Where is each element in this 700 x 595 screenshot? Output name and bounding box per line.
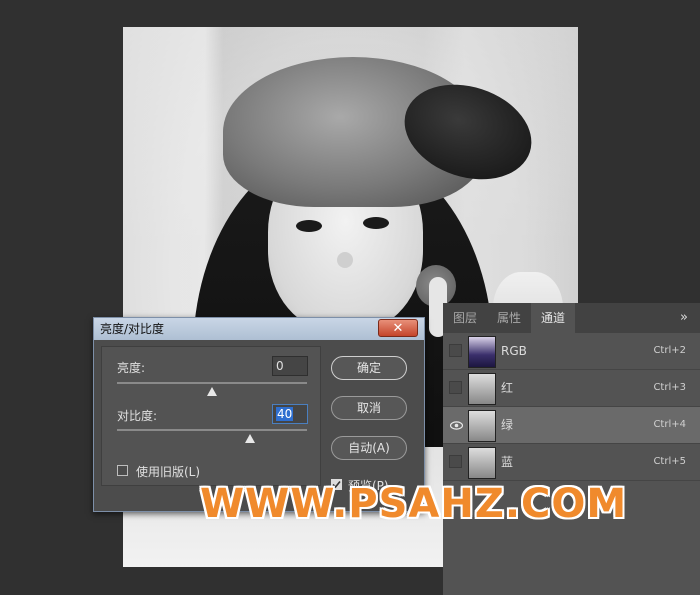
contrast-label: 对比度: [117, 409, 158, 423]
channel-name: RGB [501, 344, 527, 358]
contrast-value: 40 [276, 407, 294, 421]
ok-button[interactable]: 确定 [331, 356, 407, 380]
watermark-text: WWW.PSAHZ.COM [200, 481, 628, 527]
channels-panel: 图层 属性 通道 » RGB Ctrl+2 红 Ctrl+3 绿 Ctrl+4 … [443, 303, 700, 595]
brightness-input[interactable]: 0 [272, 356, 308, 376]
contrast-slider-track[interactable] [117, 429, 307, 431]
channel-shortcut: Ctrl+5 [653, 456, 686, 467]
channel-thumbnail [468, 373, 496, 405]
brightness-label: 亮度: [117, 361, 146, 375]
dialog-title: 亮度/对比度 [100, 322, 165, 336]
channel-name: 蓝 [501, 455, 514, 469]
close-button[interactable]: ✕ [378, 319, 418, 337]
photo-eye-right [363, 217, 389, 229]
channel-row-red[interactable]: 红 Ctrl+3 [443, 370, 700, 407]
channel-thumbnail [468, 336, 496, 368]
panel-tabs: 图层 属性 通道 » [443, 303, 700, 333]
visibility-toggle[interactable] [449, 381, 462, 394]
channel-name: 绿 [501, 418, 514, 432]
channel-shortcut: Ctrl+4 [653, 419, 686, 430]
brightness-slider-handle[interactable] [207, 387, 217, 396]
channel-row-blue[interactable]: 蓝 Ctrl+5 [443, 444, 700, 481]
dialog-titlebar[interactable]: 亮度/对比度 ✕ [94, 318, 424, 340]
channel-name: 红 [501, 381, 514, 395]
channel-thumbnail [468, 410, 496, 442]
tab-properties[interactable]: 属性 [487, 303, 531, 333]
panel-menu-icon[interactable]: » [680, 303, 688, 333]
contrast-slider-handle[interactable] [245, 434, 255, 443]
settings-group: 亮度: 0 对比度: 40 使用旧版(L) [101, 346, 321, 486]
channel-shortcut: Ctrl+2 [653, 345, 686, 356]
tab-layers[interactable]: 图层 [443, 303, 487, 333]
eye-icon [449, 421, 464, 430]
tab-channels[interactable]: 通道 [531, 303, 576, 333]
auto-button[interactable]: 自动(A) [331, 436, 407, 460]
channel-thumbnail [468, 447, 496, 479]
channel-row-green[interactable]: 绿 Ctrl+4 [443, 407, 700, 444]
contrast-input[interactable]: 40 [272, 404, 308, 424]
use-legacy-checkbox[interactable] [117, 465, 128, 476]
visibility-toggle[interactable] [449, 455, 462, 468]
visibility-toggle[interactable] [449, 344, 462, 357]
visibility-toggle[interactable] [449, 418, 464, 431]
photo-eye-left [296, 220, 322, 232]
channel-shortcut: Ctrl+3 [653, 382, 686, 393]
use-legacy-label[interactable]: 使用旧版(L) [136, 463, 200, 480]
photo-nose [337, 252, 353, 268]
cancel-button[interactable]: 取消 [331, 396, 407, 420]
brightness-slider-track[interactable] [117, 382, 307, 384]
channel-row-rgb[interactable]: RGB Ctrl+2 [443, 333, 700, 370]
